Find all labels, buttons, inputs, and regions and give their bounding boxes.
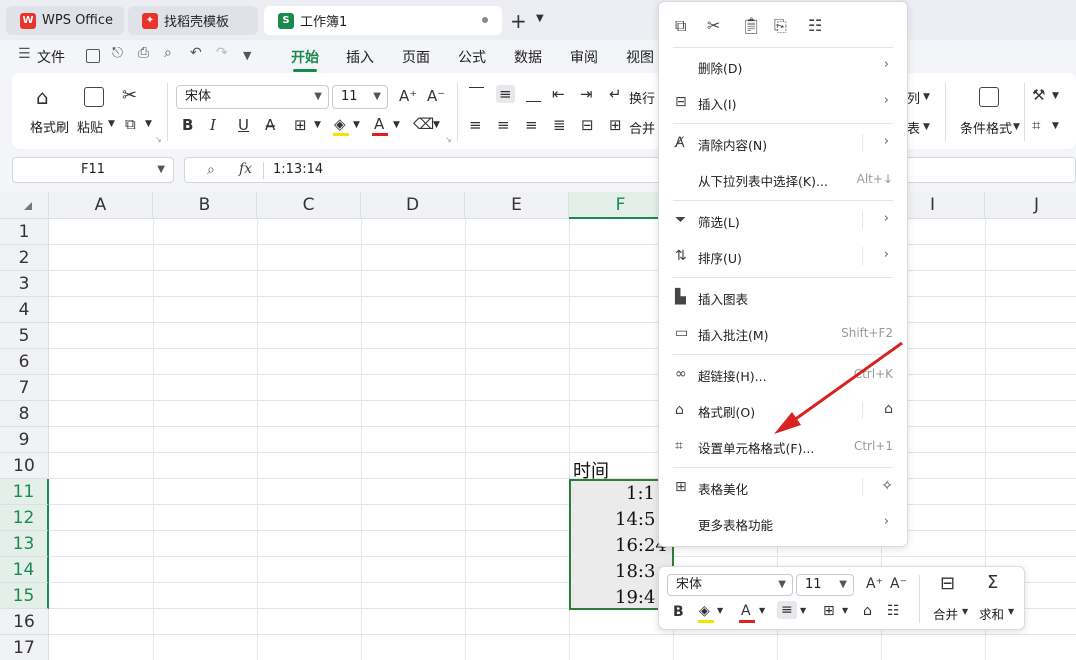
chevron-down-icon[interactable]: ▼ (717, 606, 723, 615)
mini-font-size-value: 11 (805, 577, 822, 592)
mini-merge-button[interactable]: 合并 (933, 604, 958, 623)
chevron-down-icon[interactable]: ▼ (1008, 607, 1014, 616)
fill-color-icon[interactable]: ◈ (699, 603, 710, 619)
chevron-down-icon[interactable]: ▼ (842, 606, 848, 615)
mini-font-size-select[interactable]: 11 ▼ (796, 574, 854, 596)
chevron-down-icon: ▼ (778, 579, 786, 590)
format-painter-icon[interactable]: ⌂ (863, 603, 872, 619)
divider (919, 575, 920, 623)
chevron-down-icon[interactable]: ▼ (962, 607, 968, 616)
merge-icon[interactable]: ⊟ (940, 573, 955, 594)
fill-color-swatch (698, 620, 714, 623)
mini-sum-button[interactable]: 求和 (979, 604, 1004, 623)
mini-toolbar: 宋体 ▼ 11 ▼ A⁺ A⁻ B ◈ ▼ A ▼ ≡ ▼ ⊞ ▼ ⌂ ☷ ⊟ 合并… (658, 566, 1025, 630)
chevron-down-icon[interactable]: ▼ (800, 606, 806, 615)
chevron-down-icon: ▼ (839, 579, 847, 590)
arrow-head (774, 412, 801, 434)
font-color-icon[interactable]: A (741, 603, 751, 619)
grow-font-icon[interactable]: A⁺ (866, 576, 883, 592)
arrow-shaft (789, 341, 903, 425)
borders-icon[interactable]: ⊞ (823, 603, 835, 619)
annotation-arrow (774, 341, 903, 434)
mini-bold-button[interactable]: B (673, 604, 684, 620)
font-color-swatch (739, 620, 755, 623)
sum-icon[interactable]: Σ (987, 572, 998, 593)
mini-font-name-value: 宋体 (676, 577, 703, 592)
shrink-font-icon[interactable]: A⁻ (890, 576, 907, 592)
mini-font-name-select[interactable]: 宋体 ▼ (667, 574, 793, 596)
align-center-icon[interactable]: ≡ (777, 601, 797, 619)
chevron-down-icon[interactable]: ▼ (759, 606, 765, 615)
paste-icon[interactable]: ☷ (887, 603, 900, 619)
